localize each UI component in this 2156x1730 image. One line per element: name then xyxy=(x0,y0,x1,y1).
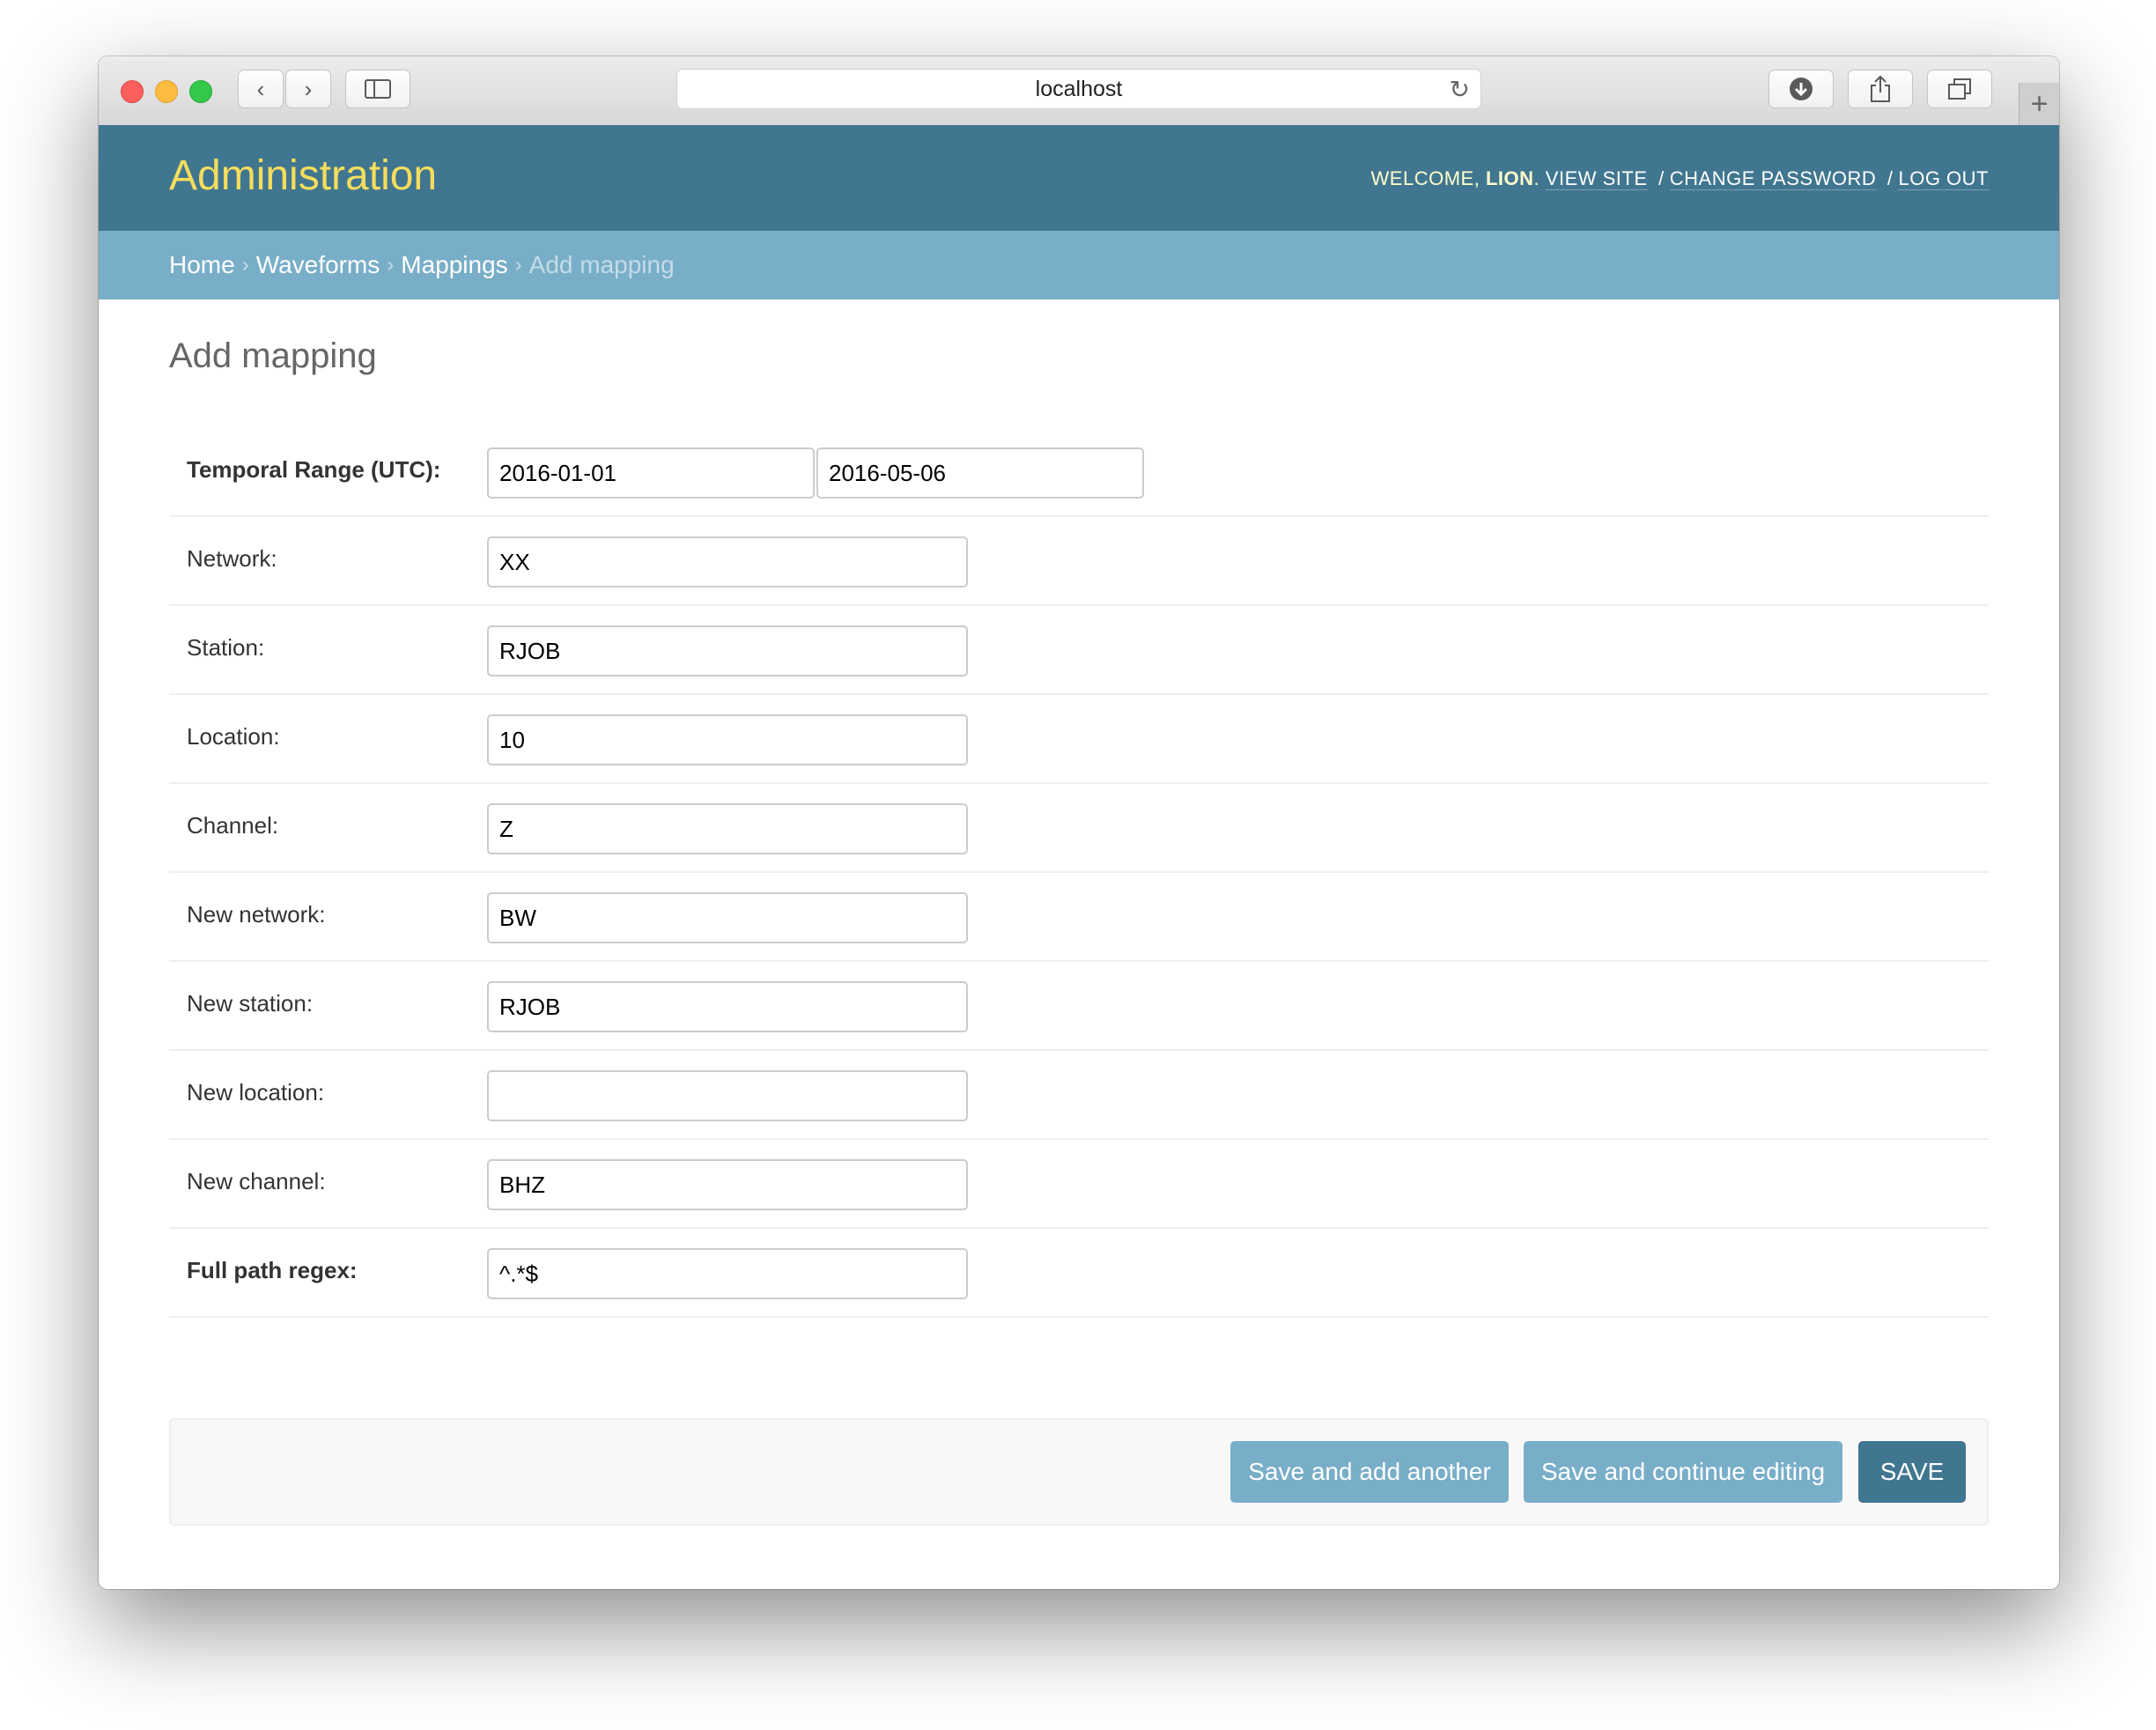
breadcrumb: Home › Waveforms › Mappings › Add mappin… xyxy=(99,231,2059,299)
chevron-right-icon: › xyxy=(304,75,313,102)
new-network-input[interactable] xyxy=(487,892,968,943)
form-row-channel: Channel: xyxy=(169,784,1989,873)
new-tab-button[interactable]: + xyxy=(2019,83,2059,125)
address-text: localhost xyxy=(1035,76,1123,101)
plus-icon: + xyxy=(2030,86,2049,121)
forward-button[interactable]: › xyxy=(285,70,331,108)
full-path-regex-label: Full path regex: xyxy=(187,1257,358,1283)
station-label: Station: xyxy=(187,634,265,661)
save-and-continue-button[interactable]: Save and continue editing xyxy=(1524,1441,1842,1503)
submit-row: Save and add another Save and continue e… xyxy=(169,1418,1989,1526)
form-row-new-station: New station: xyxy=(169,962,1989,1051)
new-location-input[interactable] xyxy=(487,1070,968,1121)
form-row-location: Location: xyxy=(169,695,1989,784)
minimize-window-button[interactable] xyxy=(155,80,178,103)
change-password-link[interactable]: CHANGE PASSWORD xyxy=(1669,167,1877,190)
separator: / xyxy=(1886,167,1894,189)
full-path-regex-input[interactable] xyxy=(487,1248,968,1299)
downloads-button[interactable] xyxy=(1768,70,1834,108)
view-site-link[interactable]: VIEW SITE xyxy=(1545,167,1648,190)
breadcrumb-mappings[interactable]: Mappings xyxy=(401,251,507,279)
browser-toolbar: ‹ › localhost ↻ + xyxy=(99,56,2059,126)
maximize-window-button[interactable] xyxy=(189,80,212,103)
new-station-input[interactable] xyxy=(487,981,968,1032)
new-station-label: New station: xyxy=(187,990,314,1017)
mapping-form: Temporal Range (UTC): Network: Station: … xyxy=(169,428,1989,1318)
location-input[interactable] xyxy=(487,714,968,765)
breadcrumb-current: Add mapping xyxy=(528,251,675,278)
form-row-new-location: New location: xyxy=(169,1051,1989,1140)
log-out-link[interactable]: LOG OUT xyxy=(1898,167,1989,190)
separator: / xyxy=(1658,167,1665,189)
channel-input[interactable] xyxy=(487,803,968,854)
save-and-add-another-button[interactable]: Save and add another xyxy=(1230,1441,1509,1503)
breadcrumb-home[interactable]: Home xyxy=(169,251,235,279)
form-row-network: Network: xyxy=(169,517,1989,606)
temporal-range-start-input[interactable] xyxy=(487,447,815,499)
new-channel-input[interactable] xyxy=(487,1159,968,1210)
site-branding[interactable]: Administration xyxy=(169,152,437,200)
tabs-icon xyxy=(1948,78,1971,100)
new-location-label: New location: xyxy=(187,1079,325,1105)
share-icon xyxy=(1871,75,1890,102)
breadcrumb-separator: › xyxy=(514,253,522,277)
channel-label: Channel: xyxy=(187,812,279,839)
breadcrumb-waveforms[interactable]: Waveforms xyxy=(256,251,380,279)
close-window-button[interactable] xyxy=(121,80,144,103)
username: LION xyxy=(1485,167,1534,189)
form-row-full-path-regex: Full path regex: xyxy=(169,1229,1989,1318)
temporal-range-end-input[interactable] xyxy=(816,447,1144,499)
welcome-period: . xyxy=(1533,167,1540,189)
share-button[interactable] xyxy=(1848,70,1913,108)
new-network-label: New network: xyxy=(187,901,326,928)
location-label: Location: xyxy=(187,723,280,750)
back-button[interactable]: ‹ xyxy=(238,70,284,108)
reload-icon[interactable]: ↻ xyxy=(1450,75,1470,104)
sidebar-toggle-button[interactable] xyxy=(345,70,410,108)
chevron-left-icon: ‹ xyxy=(256,75,265,102)
station-input[interactable] xyxy=(487,625,968,676)
new-channel-label: New channel: xyxy=(187,1168,326,1194)
form-row-temporal-range: Temporal Range (UTC): xyxy=(169,428,1989,517)
admin-header: Administration WELCOME, LION. VIEW SITE … xyxy=(99,125,2059,231)
download-icon xyxy=(1790,78,1813,100)
save-button[interactable]: SAVE xyxy=(1858,1441,1966,1503)
breadcrumb-separator: › xyxy=(241,253,249,277)
form-row-station: Station: xyxy=(169,606,1989,695)
user-tools: WELCOME, LION. VIEW SITE / CHANGE PASSWOR… xyxy=(1371,167,1989,190)
page-title: Add mapping xyxy=(169,336,377,375)
temporal-range-label: Temporal Range (UTC): xyxy=(187,456,441,483)
network-input[interactable] xyxy=(487,536,968,588)
welcome-text: WELCOME, xyxy=(1370,167,1480,189)
browser-window: ‹ › localhost ↻ + Administration WELCOME… xyxy=(99,56,2059,1589)
tabs-overview-button[interactable] xyxy=(1927,70,1992,108)
form-row-new-network: New network: xyxy=(169,873,1989,962)
form-row-new-channel: New channel: xyxy=(169,1140,1989,1229)
network-label: Network: xyxy=(187,545,277,572)
breadcrumb-separator: › xyxy=(387,253,395,277)
sidebar-icon xyxy=(365,79,391,99)
address-bar[interactable]: localhost ↻ xyxy=(676,69,1481,109)
